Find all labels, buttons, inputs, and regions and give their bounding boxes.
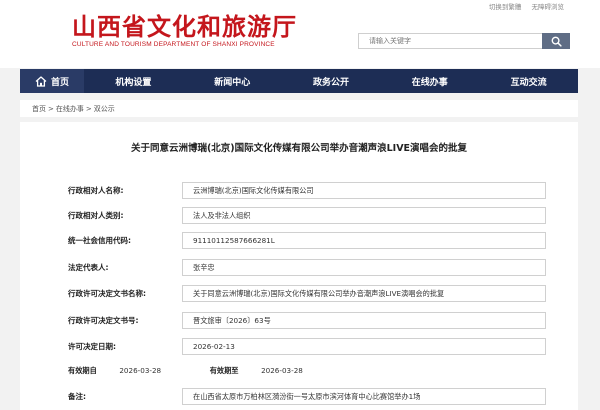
- breadcrumb-online-services[interactable]: 在线办事: [56, 104, 84, 114]
- breadcrumb: 首页 > 在线办事 > 双公示: [20, 100, 578, 117]
- field-value: 关于同意云洲博瑞(北京)国际文化传媒有限公司举办音潮声浪LIVE演唱会的批复: [182, 285, 546, 302]
- field-row-remark: 备注: 在山西省太原市万柏林区漪汾街一号太原市滨河体育中心比赛馆举办1场: [68, 388, 546, 405]
- field-row-decision-document-name: 行政许可决定文书名称: 关于同意云洲博瑞(北京)国际文化传媒有限公司举办音潮声浪…: [68, 285, 546, 302]
- traditional-chinese-link[interactable]: 切换到繁體: [489, 3, 522, 11]
- nav-item-government-affairs[interactable]: 政务公开: [282, 69, 381, 93]
- nav-home-label: 首页: [50, 77, 69, 88]
- field-row-legal-representative: 法定代表人: 张辛忠: [68, 259, 546, 276]
- validity-period: 有效期自 2026-03-28 有效期至 2026-03-28: [68, 366, 303, 380]
- main-nav: 首页 机构设置 新闻中心 政务公开 在线办事 互动交流: [20, 69, 578, 93]
- document-panel: 关于同意云洲博瑞(北京)国际文化传媒有限公司举办音潮声浪LIVE演唱会的批复 行…: [20, 122, 578, 410]
- field-label: 统一社会信用代码:: [68, 236, 131, 245]
- document-title: 关于同意云洲博瑞(北京)国际文化传媒有限公司举办音潮声浪LIVE演唱会的批复: [130, 143, 468, 154]
- field-row-counterparty-type: 行政相对人类别: 法人及非法人组织: [68, 207, 546, 224]
- field-row-counterparty-name: 行政相对人名称: 云洲博瑞(北京)国际文化传媒有限公司: [68, 182, 546, 199]
- field-label: 行政许可决定文书名称:: [68, 289, 146, 298]
- search-button[interactable]: [542, 33, 570, 49]
- field-value: 91110112587666281L: [182, 232, 546, 249]
- site-subtitle: CULTURE AND TOURISM DEPARTMENT OF SHANXI…: [72, 41, 275, 48]
- field-row-credit-code: 统一社会信用代码: 91110112587666281L: [68, 232, 546, 249]
- field-label: 备注:: [68, 392, 86, 401]
- search-box: [358, 33, 570, 49]
- nav-item-interaction[interactable]: 互动交流: [479, 69, 578, 93]
- search-icon: [551, 36, 562, 47]
- field-label: 行政许可决定文书号:: [68, 316, 139, 325]
- field-label: 行政相对人名称:: [68, 186, 124, 195]
- nav-item-organization[interactable]: 机构设置: [84, 69, 183, 93]
- nav-item-home[interactable]: 首页: [20, 69, 84, 93]
- field-label: 行政相对人类别:: [68, 211, 124, 220]
- field-value: 张辛忠: [182, 259, 546, 276]
- breadcrumb-separator: >: [48, 104, 54, 113]
- site-header: 山西省文化和旅游厅 CULTURE AND TOURISM DEPARTMENT…: [0, 0, 600, 68]
- breadcrumb-separator: >: [85, 104, 92, 113]
- field-label: 法定代表人:: [68, 263, 109, 272]
- valid-to-value: 2026-03-28: [261, 366, 303, 375]
- field-label: 许可决定日期:: [68, 342, 116, 351]
- accessibility-link[interactable]: 无障碍浏览: [532, 3, 565, 11]
- site-title[interactable]: 山西省文化和旅游厅: [72, 14, 297, 40]
- valid-from-value: 2026-03-28: [119, 366, 162, 375]
- breadcrumb-home[interactable]: 首页: [32, 104, 46, 114]
- nav-item-online-services[interactable]: 在线办事: [380, 69, 479, 93]
- field-row-decision-document-number: 行政许可决定文书号: 晋文旅审〔2026〕63号: [68, 312, 546, 329]
- home-icon: [35, 75, 47, 87]
- valid-to-label: 有效期至: [209, 366, 239, 375]
- field-row-decision-date: 许可决定日期: 2026-02-13: [68, 338, 546, 355]
- field-value: 云洲博瑞(北京)国际文化传媒有限公司: [182, 182, 546, 199]
- valid-from-label: 有效期自: [68, 366, 97, 375]
- field-value: 法人及非法人组织: [182, 207, 546, 224]
- field-value: 2026-02-13: [182, 338, 546, 355]
- breadcrumb-double-publicity[interactable]: 双公示: [94, 104, 115, 114]
- search-input[interactable]: [359, 34, 529, 48]
- field-value: 在山西省太原市万柏林区漪汾街一号太原市滨河体育中心比赛馆举办1场: [182, 388, 546, 405]
- nav-item-news[interactable]: 新闻中心: [183, 69, 282, 93]
- top-links: 切换到繁體 无障碍浏览: [481, 1, 564, 11]
- field-value: 晋文旅审〔2026〕63号: [182, 312, 546, 329]
